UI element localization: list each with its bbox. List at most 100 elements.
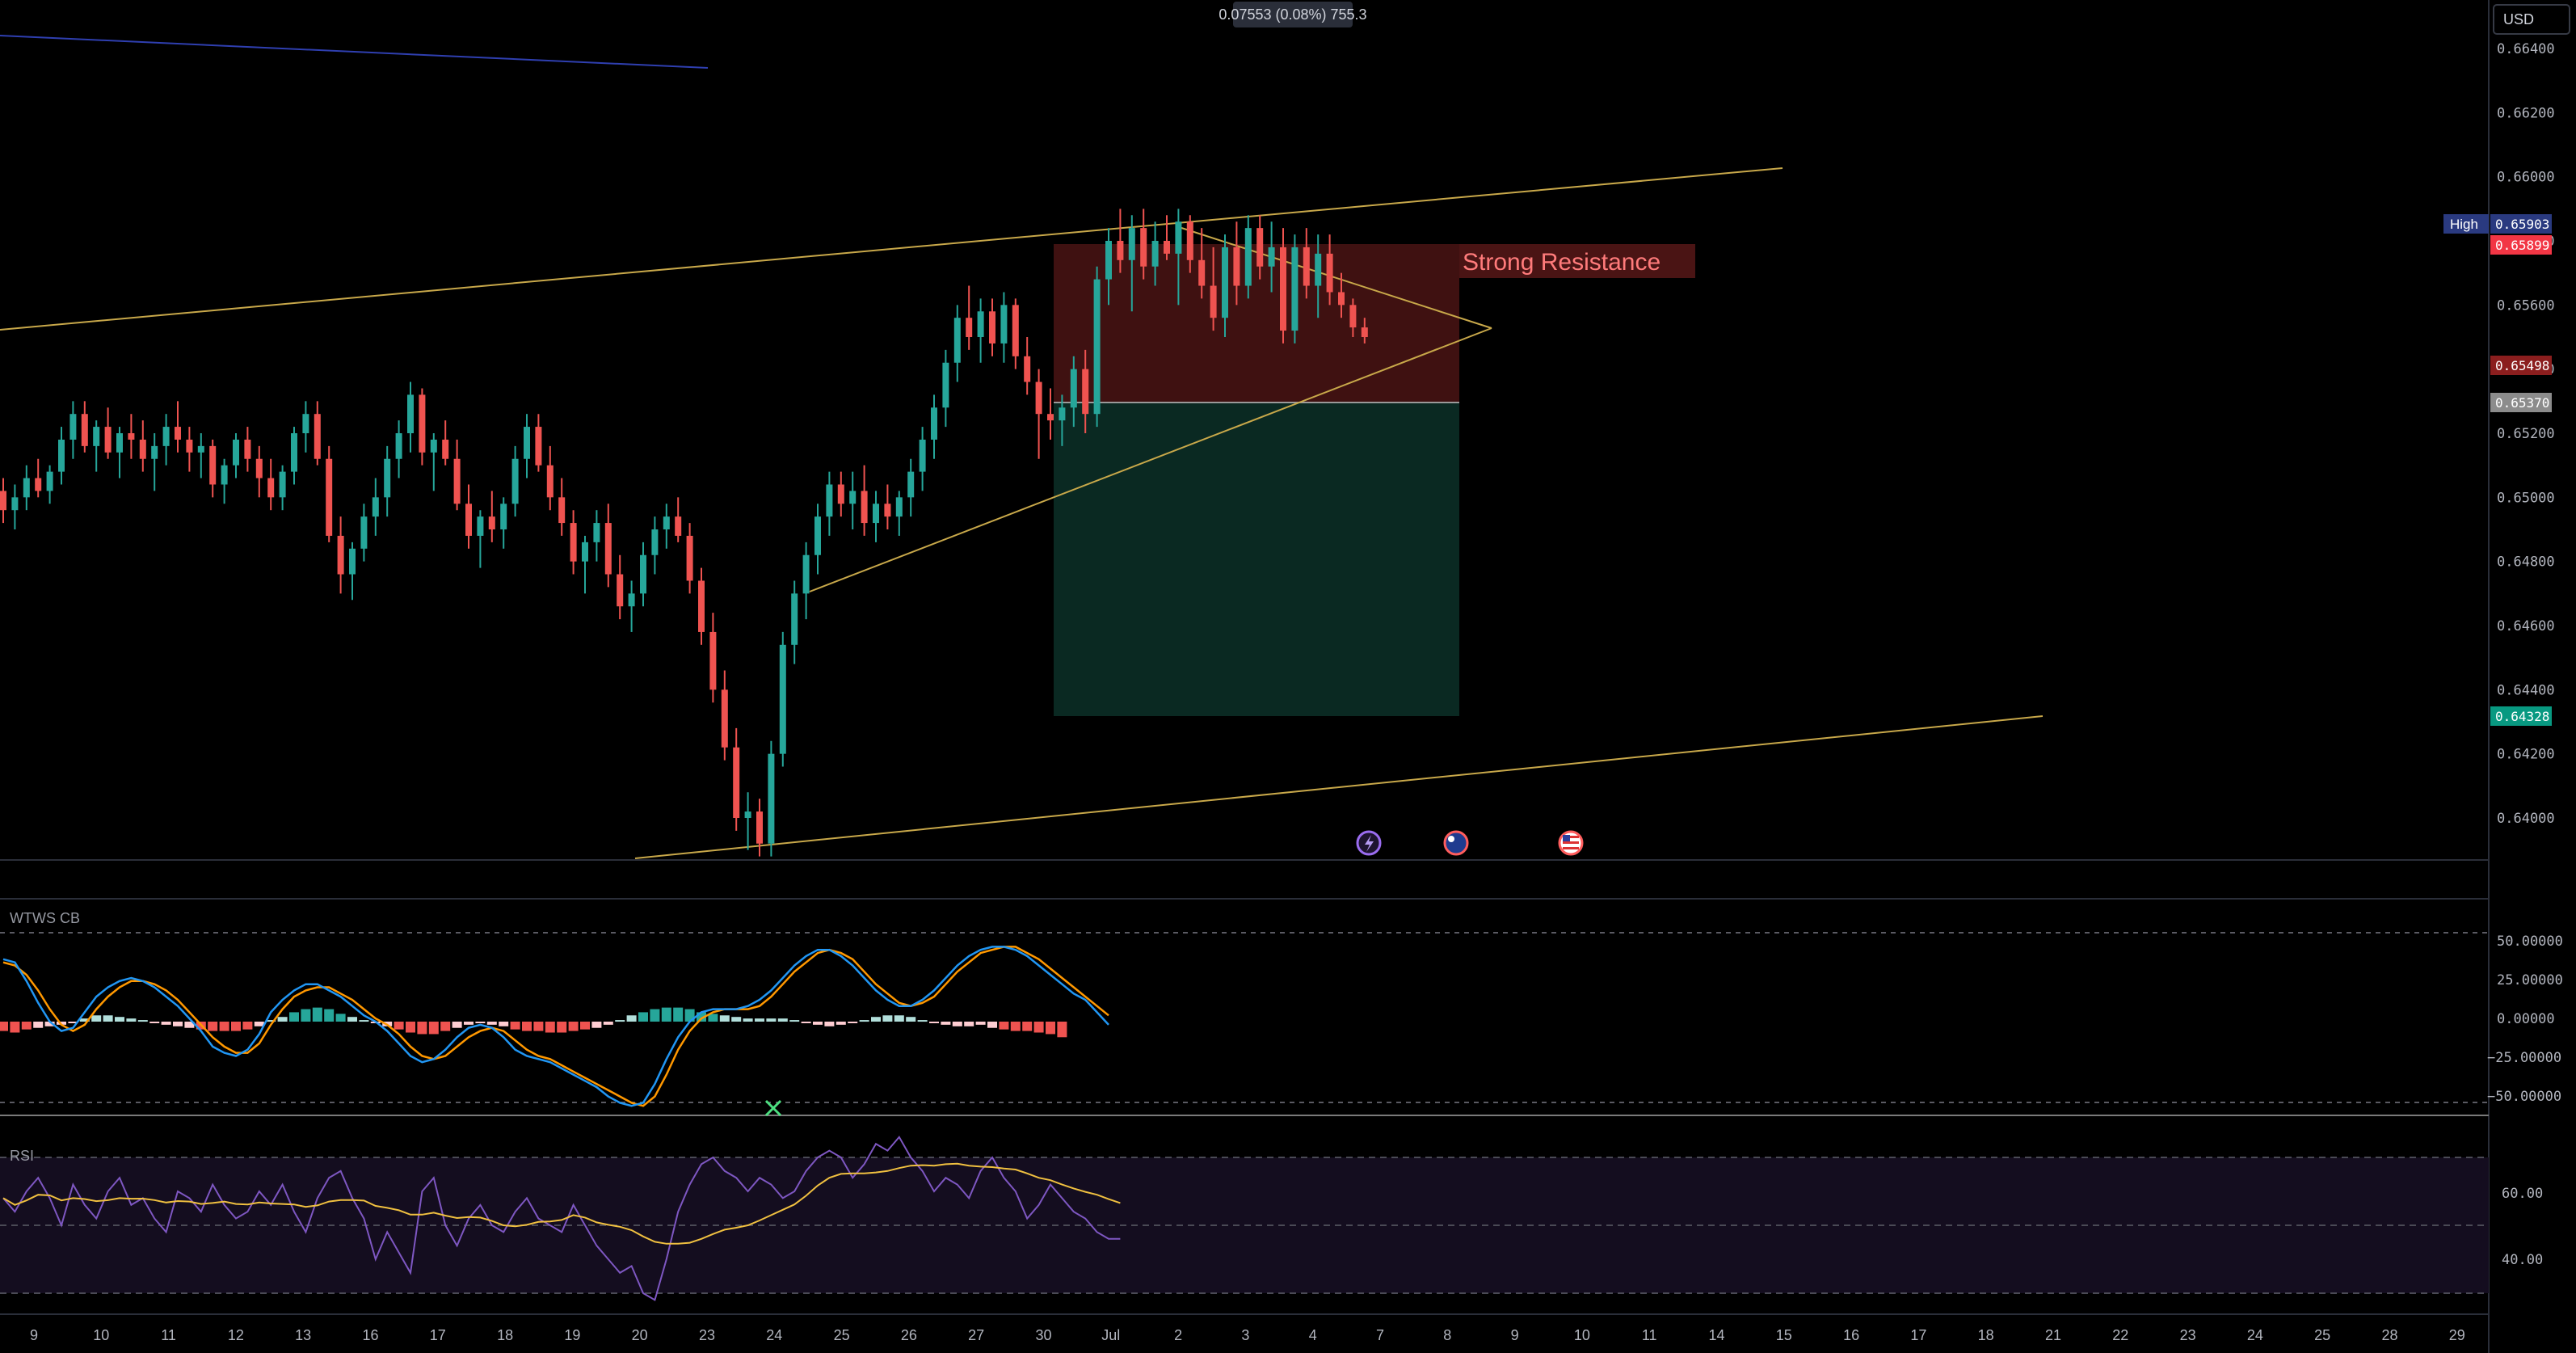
time-axis-label: 4 xyxy=(1309,1327,1317,1343)
wt-histogram-bar xyxy=(277,1017,288,1022)
candle-body xyxy=(209,445,217,485)
target-price-value: 0.64328 xyxy=(2495,709,2549,724)
wt-histogram-bar xyxy=(661,1007,671,1022)
candle-body xyxy=(1082,369,1089,415)
candle-body xyxy=(524,427,530,459)
entry-price-value: 0.65498 xyxy=(2495,358,2549,373)
wt-histogram-bar xyxy=(335,1014,346,1022)
candle-body xyxy=(372,497,379,517)
candle-body xyxy=(617,574,624,607)
time-axis-label: 21 xyxy=(2045,1327,2061,1343)
candle-body xyxy=(802,554,810,594)
australia-flag-icon[interactable] xyxy=(1443,830,1469,856)
price-tick-label: 0.65000 xyxy=(2497,490,2555,506)
wt-histogram-bar xyxy=(929,1022,939,1023)
candle-body xyxy=(1198,259,1206,286)
wt-histogram-bar xyxy=(1010,1022,1021,1031)
price-tick-label: 0.66400 xyxy=(2497,41,2555,57)
price-tick-label: 0.66200 xyxy=(2497,105,2555,121)
time-axis-label: 10 xyxy=(1574,1327,1590,1343)
time-axis-label: 20 xyxy=(632,1327,648,1343)
time-axis-label: 23 xyxy=(2180,1327,2196,1343)
price-tick-label: 0.64600 xyxy=(2497,618,2555,634)
time-axis-label: 8 xyxy=(1443,1327,1451,1343)
time-axis-label: Jul xyxy=(1101,1327,1120,1343)
candle-body xyxy=(604,523,612,575)
time-axis-label: 9 xyxy=(30,1327,38,1343)
wt-histogram-bar xyxy=(289,1012,299,1022)
wt-histogram-bar xyxy=(464,1022,474,1025)
rsi-tick-60: 60.00 xyxy=(2502,1186,2543,1202)
wt-histogram-bar xyxy=(836,1022,846,1025)
candle-body xyxy=(1280,247,1286,331)
wt-histogram-bar xyxy=(743,1018,753,1022)
candle-body xyxy=(1070,369,1077,408)
wt-tick-50: 50.00000 xyxy=(2497,934,2563,950)
candle-body xyxy=(0,491,6,511)
wt-histogram-bar xyxy=(813,1022,823,1025)
price-tick-label: 0.65200 xyxy=(2497,426,2555,442)
time-axis-label: 18 xyxy=(1978,1327,1994,1343)
candle-body xyxy=(314,414,321,459)
wt-histogram-bar xyxy=(522,1022,532,1031)
candle-body xyxy=(1303,247,1310,286)
wt-histogram-bar xyxy=(882,1015,893,1022)
candle-body xyxy=(337,535,344,575)
candle-body xyxy=(430,439,437,453)
candle-body xyxy=(675,516,682,536)
wt-panel-title: WTWS CB xyxy=(10,910,80,926)
time-axis-label: 3 xyxy=(1241,1327,1249,1343)
wt-tick-neg50: −50.00000 xyxy=(2487,1089,2561,1105)
candle-body xyxy=(768,753,775,844)
wt-histogram-bar xyxy=(871,1017,881,1022)
candle-body xyxy=(46,471,53,491)
candle-body xyxy=(977,311,984,337)
candle-body xyxy=(1059,407,1066,421)
candle-body xyxy=(11,497,19,511)
candle-body xyxy=(1117,241,1124,260)
candle-body xyxy=(884,504,891,517)
candle-body xyxy=(931,407,937,440)
current-price-badge: 0.65899 xyxy=(2490,235,2552,255)
wt-histogram-bar xyxy=(626,1015,637,1022)
resistance-zone[interactable] xyxy=(1054,244,1459,403)
wt-histogram-bar xyxy=(510,1022,520,1030)
candle-body xyxy=(128,433,135,440)
wt-histogram-bar xyxy=(486,1022,497,1025)
wt-histogram-bar xyxy=(312,1007,322,1022)
time-axis-label: 22 xyxy=(2112,1327,2128,1343)
time-axis-label: 15 xyxy=(1776,1327,1792,1343)
wt-histogram-bar xyxy=(615,1020,625,1022)
wt-histogram-bar xyxy=(789,1020,800,1022)
time-axis-label: 28 xyxy=(2381,1327,2397,1343)
wt-histogram-bar xyxy=(1057,1022,1067,1038)
candle-body xyxy=(953,318,961,363)
resistance-label: Strong Resistance xyxy=(1463,249,1661,276)
time-axis-label: 11 xyxy=(1642,1327,1657,1343)
candle-body xyxy=(1128,228,1135,260)
wt-histogram-bar xyxy=(987,1022,997,1028)
candle-body xyxy=(69,414,77,440)
candle-body xyxy=(81,414,88,446)
candle-body xyxy=(640,554,646,594)
time-axis-label: 23 xyxy=(699,1327,715,1343)
us-flag-icon[interactable] xyxy=(1558,830,1584,856)
currency-button-label: USD xyxy=(2503,11,2534,27)
candle-body xyxy=(511,458,519,504)
candle-body xyxy=(453,458,461,504)
time-axis-label: 17 xyxy=(430,1327,446,1343)
time-axis-label: 12 xyxy=(228,1327,244,1343)
wt-histogram-bar xyxy=(301,1009,311,1022)
lightning-icon[interactable] xyxy=(1356,830,1382,856)
candle-body xyxy=(197,445,204,453)
candle-body xyxy=(302,414,309,433)
wt-histogram-bar xyxy=(755,1018,764,1022)
wt-histogram-bar xyxy=(580,1022,590,1030)
candle-body xyxy=(349,548,356,575)
candle-body xyxy=(1164,241,1170,254)
time-axis-label: 16 xyxy=(1843,1327,1859,1343)
candle-body xyxy=(233,439,239,466)
candle-body xyxy=(582,542,588,562)
wt-histogram-bar xyxy=(557,1022,567,1033)
target-zone[interactable] xyxy=(1054,403,1459,716)
